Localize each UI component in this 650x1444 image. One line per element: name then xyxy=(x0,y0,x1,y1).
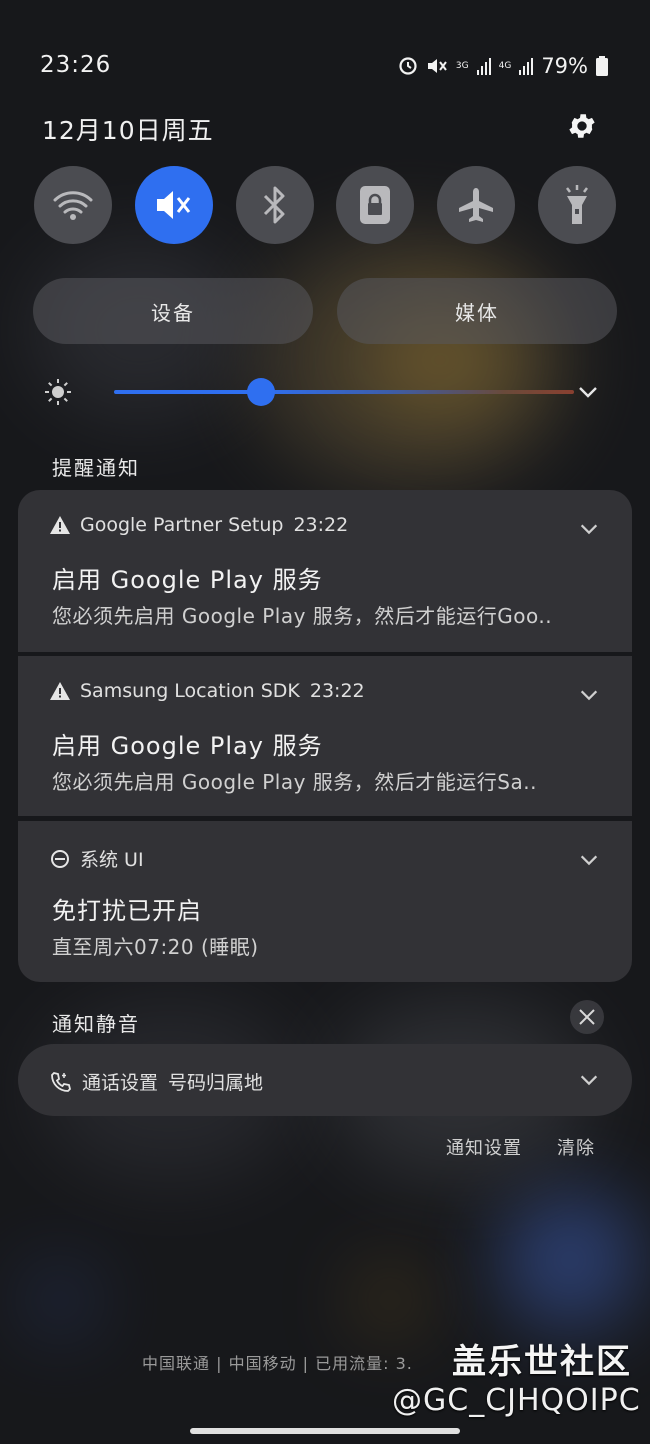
rotation-lock-tile[interactable] xyxy=(336,166,415,244)
notification-app-name: Samsung Location SDK xyxy=(80,680,300,702)
network-3g-label: 3G xyxy=(455,60,469,71)
flashlight-icon xyxy=(565,185,588,224)
notification-body: 直至周六07:20 (睡眠) xyxy=(52,935,259,959)
media-button[interactable]: 媒体 xyxy=(337,278,617,344)
brightness-thumb[interactable] xyxy=(247,378,276,406)
warning-icon xyxy=(50,516,70,534)
bluetooth-icon xyxy=(263,186,285,224)
battery-icon xyxy=(596,56,608,76)
flashlight-tile[interactable] xyxy=(537,166,616,244)
chevron-down-icon[interactable] xyxy=(578,684,600,706)
gear-icon[interactable] xyxy=(566,110,598,142)
bluetooth-tile[interactable] xyxy=(235,166,314,244)
notification-card[interactable]: Google Partner Setup 23:22 启用 Google Pla… xyxy=(18,490,632,652)
status-time: 23:26 xyxy=(40,52,112,78)
notification-header: 系统 UI xyxy=(50,845,144,872)
mute-status-icon xyxy=(427,59,447,73)
carrier-info: 中国联通 | 中国移动 | 已用流量: 3. xyxy=(142,1354,413,1373)
status-bar: 23:26 3G 4G 79% xyxy=(0,48,650,84)
chevron-down-icon[interactable] xyxy=(578,518,600,540)
signal-1-icon xyxy=(476,58,491,75)
battery-percent: 79% xyxy=(541,54,588,78)
do-not-disturb-icon xyxy=(51,849,69,868)
notification-header: Google Partner Setup 23:22 xyxy=(50,514,348,536)
brightness-track[interactable] xyxy=(114,390,574,394)
notification-app-name: 通话设置 xyxy=(82,1072,159,1094)
mute-tile[interactable] xyxy=(134,166,213,244)
wifi-icon xyxy=(53,191,93,220)
watermark-title: 盖乐世社区 xyxy=(452,1342,632,1382)
notification-settings-button[interactable]: 通知设置 xyxy=(446,1134,522,1160)
phone-settings-icon xyxy=(51,1071,71,1092)
signal-2-icon xyxy=(519,58,534,75)
date-label: 12月10日周五 xyxy=(42,116,214,145)
chevron-down-icon[interactable] xyxy=(578,849,600,871)
notification-body: 您必须先启用 Google Play 服务，然后才能运行Goo.. xyxy=(52,604,553,628)
rotation-lock-icon xyxy=(360,186,391,224)
notification-body: 您必须先启用 Google Play 服务，然后才能运行Sa.. xyxy=(52,770,537,794)
notification-card[interactable]: Samsung Location SDK 23:22 启用 Google Pla… xyxy=(18,656,632,816)
notification-header: Samsung Location SDK 23:22 xyxy=(50,680,365,702)
notification-card[interactable]: 系统 UI 免打扰已开启 直至周六07:20 (睡眠) xyxy=(18,821,632,982)
notification-time: 23:22 xyxy=(309,680,365,702)
airplane-tile[interactable] xyxy=(437,166,516,244)
clear-button[interactable]: 清除 xyxy=(557,1134,595,1160)
devices-media-row: 设备 媒体 xyxy=(33,278,617,344)
devices-button[interactable]: 设备 xyxy=(33,278,313,344)
status-icons: 3G 4G 79% xyxy=(398,54,608,78)
airplane-icon xyxy=(459,188,494,222)
notification-title: 启用 Google Play 服务 xyxy=(52,732,323,760)
warning-icon xyxy=(50,682,70,700)
home-indicator[interactable] xyxy=(190,1428,460,1434)
chevron-down-icon[interactable] xyxy=(578,1069,600,1091)
notification-app-name: Google Partner Setup xyxy=(80,514,284,536)
mute-icon xyxy=(156,191,190,219)
wifi-tile[interactable] xyxy=(34,166,112,244)
alarm-icon xyxy=(399,57,417,75)
network-4g-label: 4G xyxy=(498,60,512,71)
quick-settings-row xyxy=(34,166,616,244)
silent-section-title: 通知静音 xyxy=(52,1012,140,1036)
notification-title: 免打扰已开启 xyxy=(52,897,202,925)
notification-title: 启用 Google Play 服务 xyxy=(52,566,323,594)
sun-icon xyxy=(45,379,71,405)
notification-text: 号码归属地 xyxy=(168,1072,264,1094)
chevron-down-icon[interactable] xyxy=(576,380,600,404)
notification-time: 23:22 xyxy=(293,514,349,536)
watermark-user: @GC_CJHQOIPC xyxy=(392,1383,641,1418)
notification-header: 通话设置 号码归属地 xyxy=(50,1068,263,1095)
silent-notification-card[interactable]: 通话设置 号码归属地 xyxy=(18,1044,632,1116)
close-icon[interactable] xyxy=(570,1000,604,1034)
alerts-section-title: 提醒通知 xyxy=(52,456,140,480)
brightness-slider[interactable] xyxy=(44,374,614,410)
notification-app-name: 系统 UI xyxy=(80,849,144,871)
